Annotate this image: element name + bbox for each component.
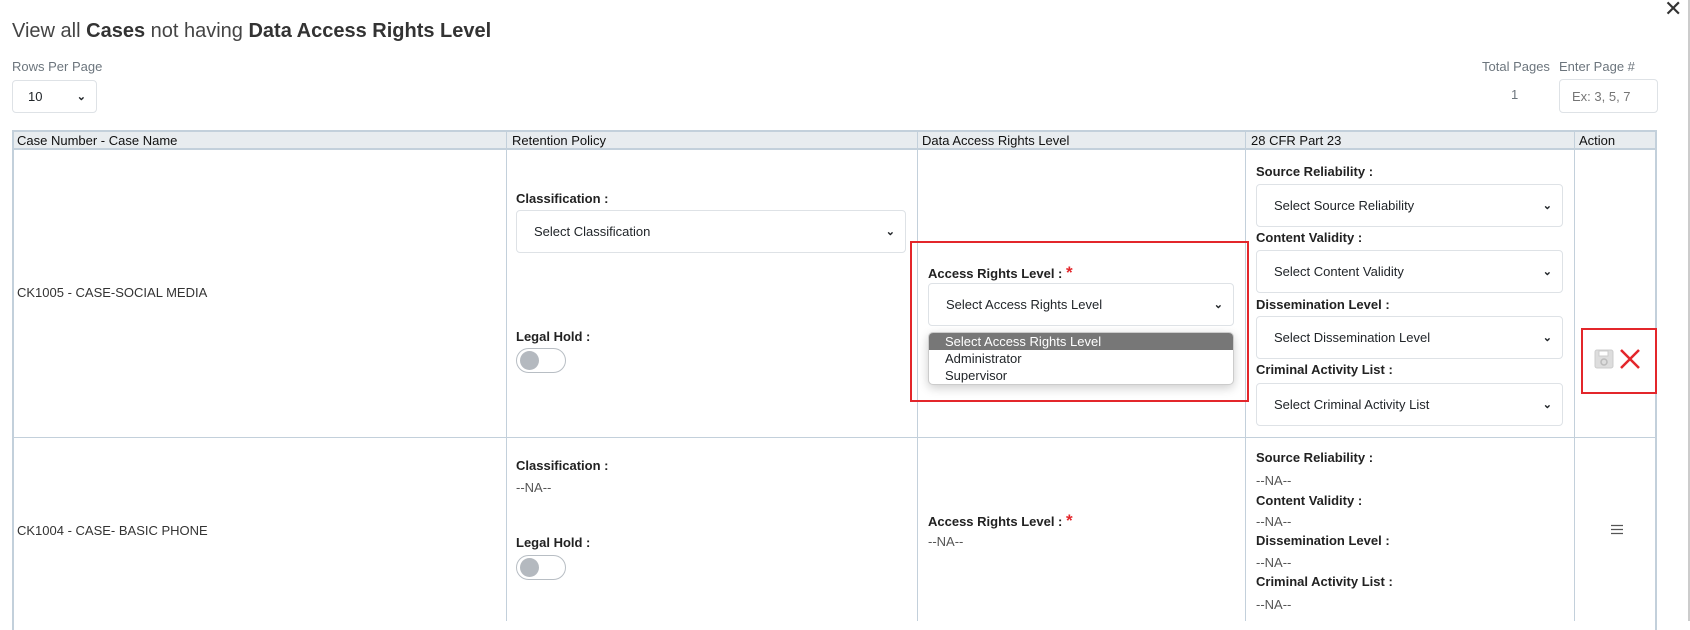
legal-hold-label: Legal Hold : (516, 535, 591, 550)
page-number-input[interactable] (1559, 79, 1658, 113)
chevron-down-icon: ⌄ (1542, 266, 1552, 278)
close-icon[interactable]: ✕ (1664, 0, 1682, 22)
criminal-activity-label: Criminal Activity List : (1256, 362, 1393, 377)
table-header (12, 130, 1657, 150)
total-pages-label: Total Pages (1482, 59, 1550, 74)
case-name: CK1005 - CASE-SOCIAL MEDIA (17, 285, 208, 300)
chevron-down-icon: ⌄ (1542, 200, 1552, 212)
classification-select[interactable]: Select Classification ⌄ (516, 210, 906, 253)
save-icon[interactable] (1594, 349, 1614, 369)
chevron-down-icon: ⌄ (1542, 399, 1552, 411)
content-validity-select[interactable]: Select Content Validity ⌄ (1256, 250, 1563, 293)
legal-hold-toggle[interactable] (516, 348, 566, 373)
content-validity-value: --NA-- (1256, 514, 1292, 529)
col-access-rights[interactable]: Data Access Rights Level (922, 133, 1069, 148)
access-rights-select[interactable]: Select Access Rights Level ⌄ (928, 283, 1234, 326)
criminal-activity-value: --NA-- (1256, 597, 1292, 612)
dissemination-value: --NA-- (1256, 555, 1292, 570)
option-administrator[interactable]: Administrator (929, 350, 1233, 367)
total-pages-value: 1 (1511, 87, 1519, 102)
option-supervisor[interactable]: Supervisor (929, 367, 1233, 384)
dissemination-select[interactable]: Select Dissemination Level ⌄ (1256, 316, 1563, 359)
rows-per-page-select[interactable]: 10 ⌄ (12, 80, 97, 113)
col-action[interactable]: Action (1579, 133, 1615, 148)
col-case[interactable]: Case Number - Case Name (17, 133, 177, 148)
chevron-down-icon: ⌄ (76, 91, 86, 103)
content-validity-label: Content Validity : (1256, 230, 1363, 245)
case-name: CK1004 - CASE- BASIC PHONE (17, 523, 208, 538)
source-reliability-label: Source Reliability : (1256, 164, 1374, 179)
option-select[interactable]: Select Access Rights Level (929, 333, 1233, 350)
legal-hold-toggle[interactable] (516, 555, 566, 580)
criminal-activity-select[interactable]: Select Criminal Activity List ⌄ (1256, 383, 1563, 426)
classification-label: Classification : (516, 458, 609, 473)
chevron-down-icon: ⌄ (885, 226, 895, 238)
legal-hold-label: Legal Hold : (516, 329, 591, 344)
classification-label: Classification : (516, 191, 609, 206)
menu-icon[interactable] (1610, 524, 1624, 535)
classification-value: --NA-- (516, 480, 552, 495)
rows-per-page-label: Rows Per Page (12, 59, 103, 74)
content-validity-label: Content Validity : (1256, 493, 1363, 508)
enter-page-label: Enter Page # (1559, 59, 1635, 74)
source-reliability-select[interactable]: Select Source Reliability ⌄ (1256, 184, 1563, 227)
chevron-down-icon: ⌄ (1542, 332, 1552, 344)
dissemination-label: Dissemination Level : (1256, 297, 1390, 312)
access-rights-value: --NA-- (928, 534, 964, 549)
access-rights-label: Access Rights Level : * (928, 263, 1073, 282)
col-retention[interactable]: Retention Policy (512, 133, 606, 148)
access-rights-label: Access Rights Level : * (928, 511, 1073, 530)
page-title: View all Cases not having Data Access Ri… (12, 20, 492, 42)
dissemination-label: Dissemination Level : (1256, 533, 1390, 548)
chevron-down-icon: ⌄ (1213, 299, 1223, 311)
source-reliability-label: Source Reliability : (1256, 450, 1374, 465)
source-reliability-value: --NA-- (1256, 473, 1292, 488)
col-cfr[interactable]: 28 CFR Part 23 (1251, 133, 1341, 148)
cancel-icon[interactable] (1619, 348, 1641, 370)
criminal-activity-label: Criminal Activity List : (1256, 574, 1393, 589)
access-rights-dropdown: Select Access Rights Level Administrator… (928, 332, 1234, 385)
